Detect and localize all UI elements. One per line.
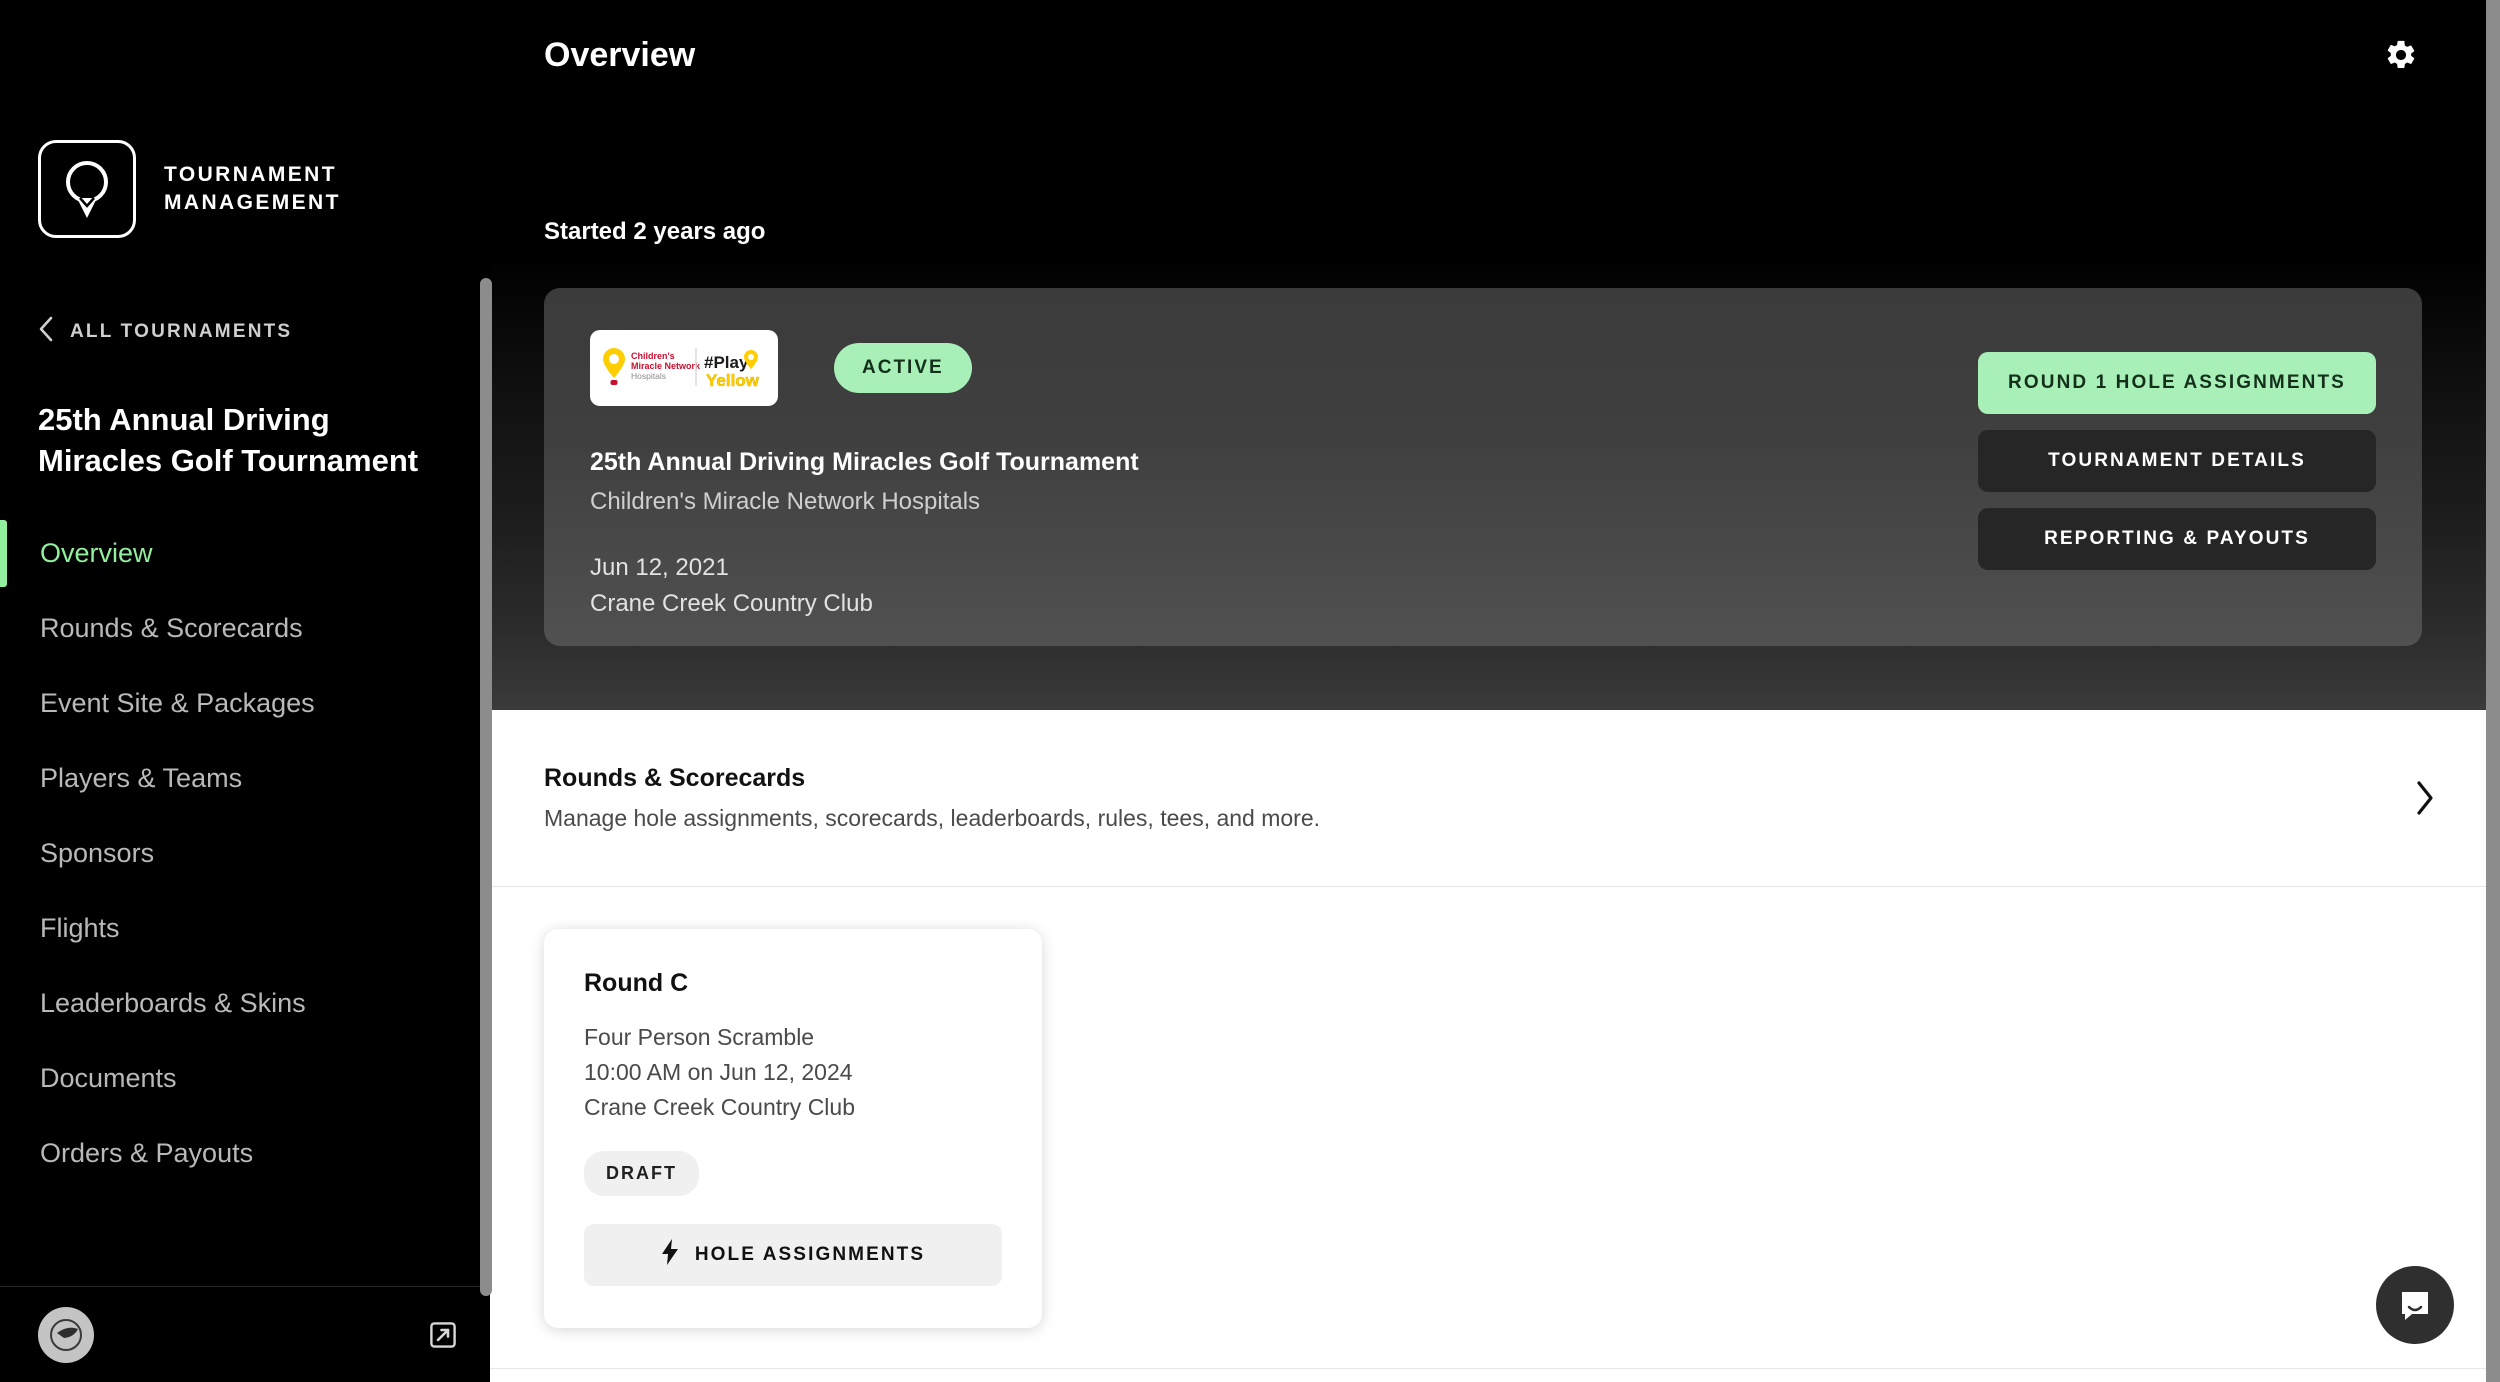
tournament-logo: Children's Miracle Network Hospitals #Pl… xyxy=(590,330,778,406)
top-bar: Overview xyxy=(544,0,2422,110)
rounds-list: Round C Four Person Scramble 10:00 AM on… xyxy=(490,887,2500,1328)
tournament-card-actions: ROUND 1 HOLE ASSIGNMENTS TOURNAMENT DETA… xyxy=(1978,330,2376,600)
sidebar-item-documents[interactable]: Documents xyxy=(0,1041,490,1116)
rounds-scorecards-row[interactable]: Rounds & Scorecards Manage hole assignme… xyxy=(490,710,2500,887)
sidebar-item-label: Orders & Payouts xyxy=(40,1137,254,1168)
sidebar-item-orders-payouts[interactable]: Orders & Payouts xyxy=(0,1116,490,1191)
sidebar-item-label: Rounds & Scorecards xyxy=(40,612,303,643)
sidebar-item-rounds-scorecards[interactable]: Rounds & Scorecards xyxy=(0,591,490,666)
sidebar-item-label: Leaderboards & Skins xyxy=(40,987,306,1018)
sidebar-item-leaderboards-skins[interactable]: Leaderboards & Skins xyxy=(0,966,490,1041)
hole-assignments-button[interactable]: HOLE ASSIGNMENTS xyxy=(584,1224,1002,1286)
app-root: TOURNAMENT MANAGEMENT ALL TOURNAMENTS 25… xyxy=(0,0,2500,1382)
tournament-summary-card: Children's Miracle Network Hospitals #Pl… xyxy=(544,288,2422,646)
section-title: Rounds & Scorecards xyxy=(544,764,806,792)
round-name: Round C xyxy=(584,969,689,997)
brand-logo[interactable]: TOURNAMENT MANAGEMENT xyxy=(0,0,490,238)
hero-section: Overview Started 2 years ago Children's … xyxy=(490,0,2500,710)
brand-text: TOURNAMENT MANAGEMENT xyxy=(164,161,341,216)
sidebar-item-players-teams[interactable]: Players & Teams xyxy=(0,741,490,816)
tournament-date: Jun 12, 2021 xyxy=(590,554,729,581)
round-venue: Crane Creek Country Club xyxy=(584,1094,856,1120)
svg-text:Hospitals: Hospitals xyxy=(631,371,666,381)
section-subtitle: Manage hole assignments, scorecards, lea… xyxy=(544,805,1321,831)
sidebar-item-event-site-packages[interactable]: Event Site & Packages xyxy=(0,666,490,741)
round-format: Four Person Scramble xyxy=(584,1024,815,1050)
rounds-scorecards-text: Rounds & Scorecards Manage hole assignme… xyxy=(544,764,1320,832)
svg-text:Yellow: Yellow xyxy=(706,371,760,390)
started-label: Started 2 years ago xyxy=(544,218,766,245)
sidebar-item-label: Sponsors xyxy=(40,837,155,868)
svg-text:#Play: #Play xyxy=(704,353,749,372)
sidebar-footer xyxy=(0,1286,490,1382)
logo-and-status-row: Children's Miracle Network Hospitals #Pl… xyxy=(590,330,1139,406)
sidebar-item-sponsors[interactable]: Sponsors xyxy=(0,816,490,891)
sidebar-item-label: Players & Teams xyxy=(40,762,243,793)
gear-icon[interactable] xyxy=(2384,38,2422,72)
content-sheet: Rounds & Scorecards Manage hole assignme… xyxy=(490,710,2500,1382)
tournament-venue: Crane Creek Country Club xyxy=(590,590,873,617)
sidebar-item-label: Overview xyxy=(40,537,153,568)
page-title: Overview xyxy=(544,35,696,74)
reporting-payouts-button[interactable]: REPORTING & PAYOUTS xyxy=(1978,508,2376,570)
round-datetime: 10:00 AM on Jun 12, 2024 xyxy=(584,1059,853,1085)
sidebar-nav: Overview Rounds & Scorecards Event Site … xyxy=(0,482,490,1191)
all-tournaments-label: ALL TOURNAMENTS xyxy=(70,321,293,342)
hole-assignments-label: HOLE ASSIGNMENTS xyxy=(694,1244,926,1265)
round-card[interactable]: Round C Four Person Scramble 10:00 AM on… xyxy=(544,929,1042,1328)
tournament-name: 25th Annual Driving Miracles Golf Tourna… xyxy=(590,448,1139,476)
sidebar-item-flights[interactable]: Flights xyxy=(0,891,490,966)
chevron-right-icon[interactable] xyxy=(2414,780,2436,816)
tournament-organization: Children's Miracle Network Hospitals xyxy=(590,488,981,515)
golf-tee-logo-icon xyxy=(38,140,136,238)
sidebar-item-overview[interactable]: Overview xyxy=(0,516,490,591)
avatar[interactable] xyxy=(38,1306,94,1363)
brand-line-2: MANAGEMENT xyxy=(164,191,341,214)
status-badge: ACTIVE xyxy=(834,343,972,393)
round-1-hole-assignments-button[interactable]: ROUND 1 HOLE ASSIGNMENTS xyxy=(1978,352,2376,414)
tournament-details-button[interactable]: TOURNAMENT DETAILS xyxy=(1978,430,2376,492)
sidebar-tournament-title: 25th Annual Driving Miracles Golf Tourna… xyxy=(38,402,419,478)
chevron-left-icon xyxy=(38,316,54,348)
event-site-packages-row[interactable]: Event Site & Packages xyxy=(490,1368,2500,1382)
sidebar: TOURNAMENT MANAGEMENT ALL TOURNAMENTS 25… xyxy=(0,0,490,1382)
chat-bubble-icon[interactable] xyxy=(2376,1266,2454,1344)
svg-text:Miracle Network: Miracle Network xyxy=(631,361,701,371)
sidebar-item-label: Flights xyxy=(40,912,120,943)
sidebar-scrollbar[interactable] xyxy=(480,278,492,1296)
round-status-badge: DRAFT xyxy=(584,1151,699,1196)
sidebar-item-label: Event Site & Packages xyxy=(40,687,315,718)
open-external-icon[interactable] xyxy=(430,1321,456,1348)
svg-text:Children's: Children's xyxy=(631,351,675,361)
lightning-bolt-icon xyxy=(661,1239,679,1271)
sidebar-item-label: Documents xyxy=(40,1062,177,1093)
all-tournaments-back-link[interactable]: ALL TOURNAMENTS xyxy=(0,238,490,348)
main-content: Overview Started 2 years ago Children's … xyxy=(490,0,2500,1382)
page-scrollbar[interactable] xyxy=(2486,0,2500,1382)
brand-line-1: TOURNAMENT xyxy=(164,163,337,187)
tournament-card-info: Children's Miracle Network Hospitals #Pl… xyxy=(590,330,1139,617)
